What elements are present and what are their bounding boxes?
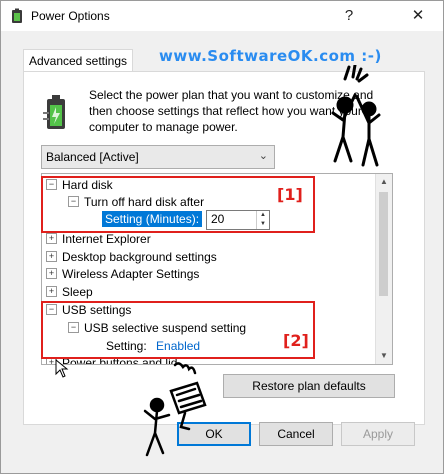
tab-advanced-settings[interactable]: Advanced settings xyxy=(23,49,133,72)
help-button[interactable]: ? xyxy=(338,5,360,27)
close-button[interactable]: ✕ xyxy=(407,5,429,27)
battery-plug-icon xyxy=(43,95,65,129)
tree-item-label: Desktop background settings xyxy=(62,250,217,264)
restore-plan-defaults-button[interactable]: Restore plan defaults xyxy=(223,374,395,398)
cartoon-figures-bottom-icon xyxy=(143,362,207,457)
title-bar: Power Options ? ✕ xyxy=(1,1,443,31)
expand-icon[interactable]: + xyxy=(46,286,57,298)
annotation-box-1 xyxy=(41,176,315,233)
mouse-cursor-icon xyxy=(55,359,69,378)
power-options-icon xyxy=(12,8,22,23)
tree-item-label: Sleep xyxy=(62,285,93,299)
annotation-label-1: [1] xyxy=(277,185,303,204)
power-options-window: Power Options ? ✕ Advanced settings www.… xyxy=(0,0,444,474)
scroll-up-icon[interactable]: ▲ xyxy=(376,174,392,190)
power-plan-select[interactable]: Balanced [Active] ⌄ xyxy=(41,145,275,169)
chevron-down-icon: ⌄ xyxy=(258,150,268,162)
window-title: Power Options xyxy=(31,9,110,23)
scroll-thumb[interactable] xyxy=(379,192,388,296)
annotation-box-2 xyxy=(41,301,315,359)
power-plan-value: Balanced [Active] xyxy=(46,150,139,164)
expand-icon[interactable]: + xyxy=(46,268,57,280)
cancel-button[interactable]: Cancel xyxy=(259,422,333,446)
tree-item-desktop-background[interactable]: + Desktop background settings xyxy=(46,248,217,266)
tree-item-wireless-adapter[interactable]: + Wireless Adapter Settings xyxy=(46,265,199,283)
tree-item-sleep[interactable]: + Sleep xyxy=(46,283,93,301)
tree-item-label: Internet Explorer xyxy=(62,232,151,246)
annotation-label-2: [2] xyxy=(283,331,309,350)
tree-scrollbar[interactable]: ▲ ▼ xyxy=(375,174,392,364)
apply-button[interactable]: Apply xyxy=(341,422,415,446)
expand-icon[interactable]: + xyxy=(46,251,57,263)
cartoon-figures-top-icon xyxy=(331,65,381,167)
scroll-down-icon[interactable]: ▼ xyxy=(376,348,392,364)
tree-item-label: Wireless Adapter Settings xyxy=(62,267,200,281)
watermark: www.SoftwareOK.com :-) xyxy=(159,47,382,65)
expand-icon[interactable]: + xyxy=(46,233,57,245)
